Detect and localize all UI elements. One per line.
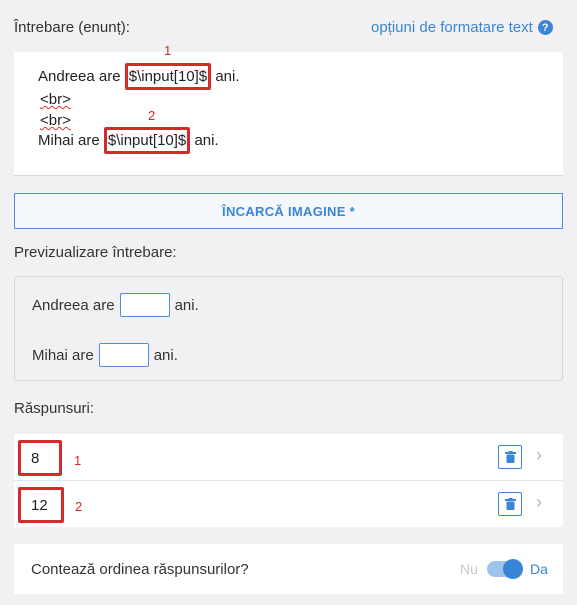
editor-line-4: Mihai are $\input[10]$ ani.	[38, 127, 219, 154]
preview-answer-input-2[interactable]	[98, 343, 149, 367]
answer-value: 8	[31, 449, 40, 467]
marker-2: 2	[148, 108, 156, 123]
toggle-off-label: Nu	[460, 561, 478, 577]
br-tag: <br>	[40, 112, 71, 129]
delete-answer-button[interactable]	[498, 492, 522, 516]
preview-line-2: Mihai are ani.	[32, 343, 178, 367]
answer-marker: 2	[75, 499, 83, 514]
delete-answer-button[interactable]	[498, 445, 522, 469]
format-options-link-wrap[interactable]: opțiuni de formatare text ?	[371, 19, 553, 36]
question-preview: Andreea are ani. Mihai are ani.	[14, 276, 563, 381]
editor-line-2: <br>	[40, 91, 71, 108]
answer-value-field[interactable]: 8	[18, 440, 62, 476]
upload-image-button[interactable]: ÎNCARCĂ IMAGINE *	[14, 193, 563, 229]
editor-line-3: <br>	[40, 112, 71, 129]
editor-text: ani.	[194, 132, 219, 149]
editor-text: Andreea are	[38, 68, 121, 85]
editor-text: ani.	[215, 68, 240, 85]
trash-icon	[504, 498, 516, 510]
br-tag: <br>	[40, 91, 71, 108]
question-label: Întrebare (enunț):	[14, 19, 130, 36]
preview-label: Previzualizare întrebare:	[14, 244, 177, 261]
chevron-right-icon[interactable]: ›	[536, 445, 542, 466]
preview-text: ani.	[153, 346, 178, 364]
answers-label: Răspunsuri:	[14, 400, 95, 417]
answer-order-setting: Contează ordinea răspunsurilor? Nu Da	[14, 544, 563, 594]
input-token-2: $\input[10]$	[103, 127, 191, 154]
answer-row[interactable]: 12 2 ›	[14, 481, 563, 527]
trash-icon	[504, 451, 516, 463]
answer-value-field[interactable]: 12	[18, 487, 64, 523]
preview-text: Mihai are	[32, 346, 94, 364]
editor-line-1: Andreea are $\input[10]$ ani.	[38, 63, 240, 90]
format-options-link[interactable]: opțiuni de formatare text	[371, 19, 533, 36]
editor-text: Mihai are	[38, 132, 100, 149]
preview-answer-input-1[interactable]	[119, 293, 170, 317]
answer-row[interactable]: 8 1 ›	[14, 434, 563, 480]
preview-text: ani.	[174, 296, 199, 314]
chevron-right-icon[interactable]: ›	[536, 492, 542, 513]
preview-line-1: Andreea are ani.	[32, 293, 199, 317]
answer-marker: 1	[74, 453, 82, 468]
marker-1: 1	[164, 43, 172, 58]
help-circle-icon[interactable]: ?	[537, 20, 553, 35]
toggle-on-label: Da	[530, 561, 548, 577]
answer-order-toggle[interactable]	[487, 558, 525, 580]
answer-order-question: Contează ordinea răspunsurilor?	[31, 561, 249, 578]
input-token-1: $\input[10]$	[124, 63, 212, 90]
toggle-knob	[503, 559, 523, 579]
preview-text: Andreea are	[32, 296, 115, 314]
answer-value: 12	[31, 496, 48, 514]
